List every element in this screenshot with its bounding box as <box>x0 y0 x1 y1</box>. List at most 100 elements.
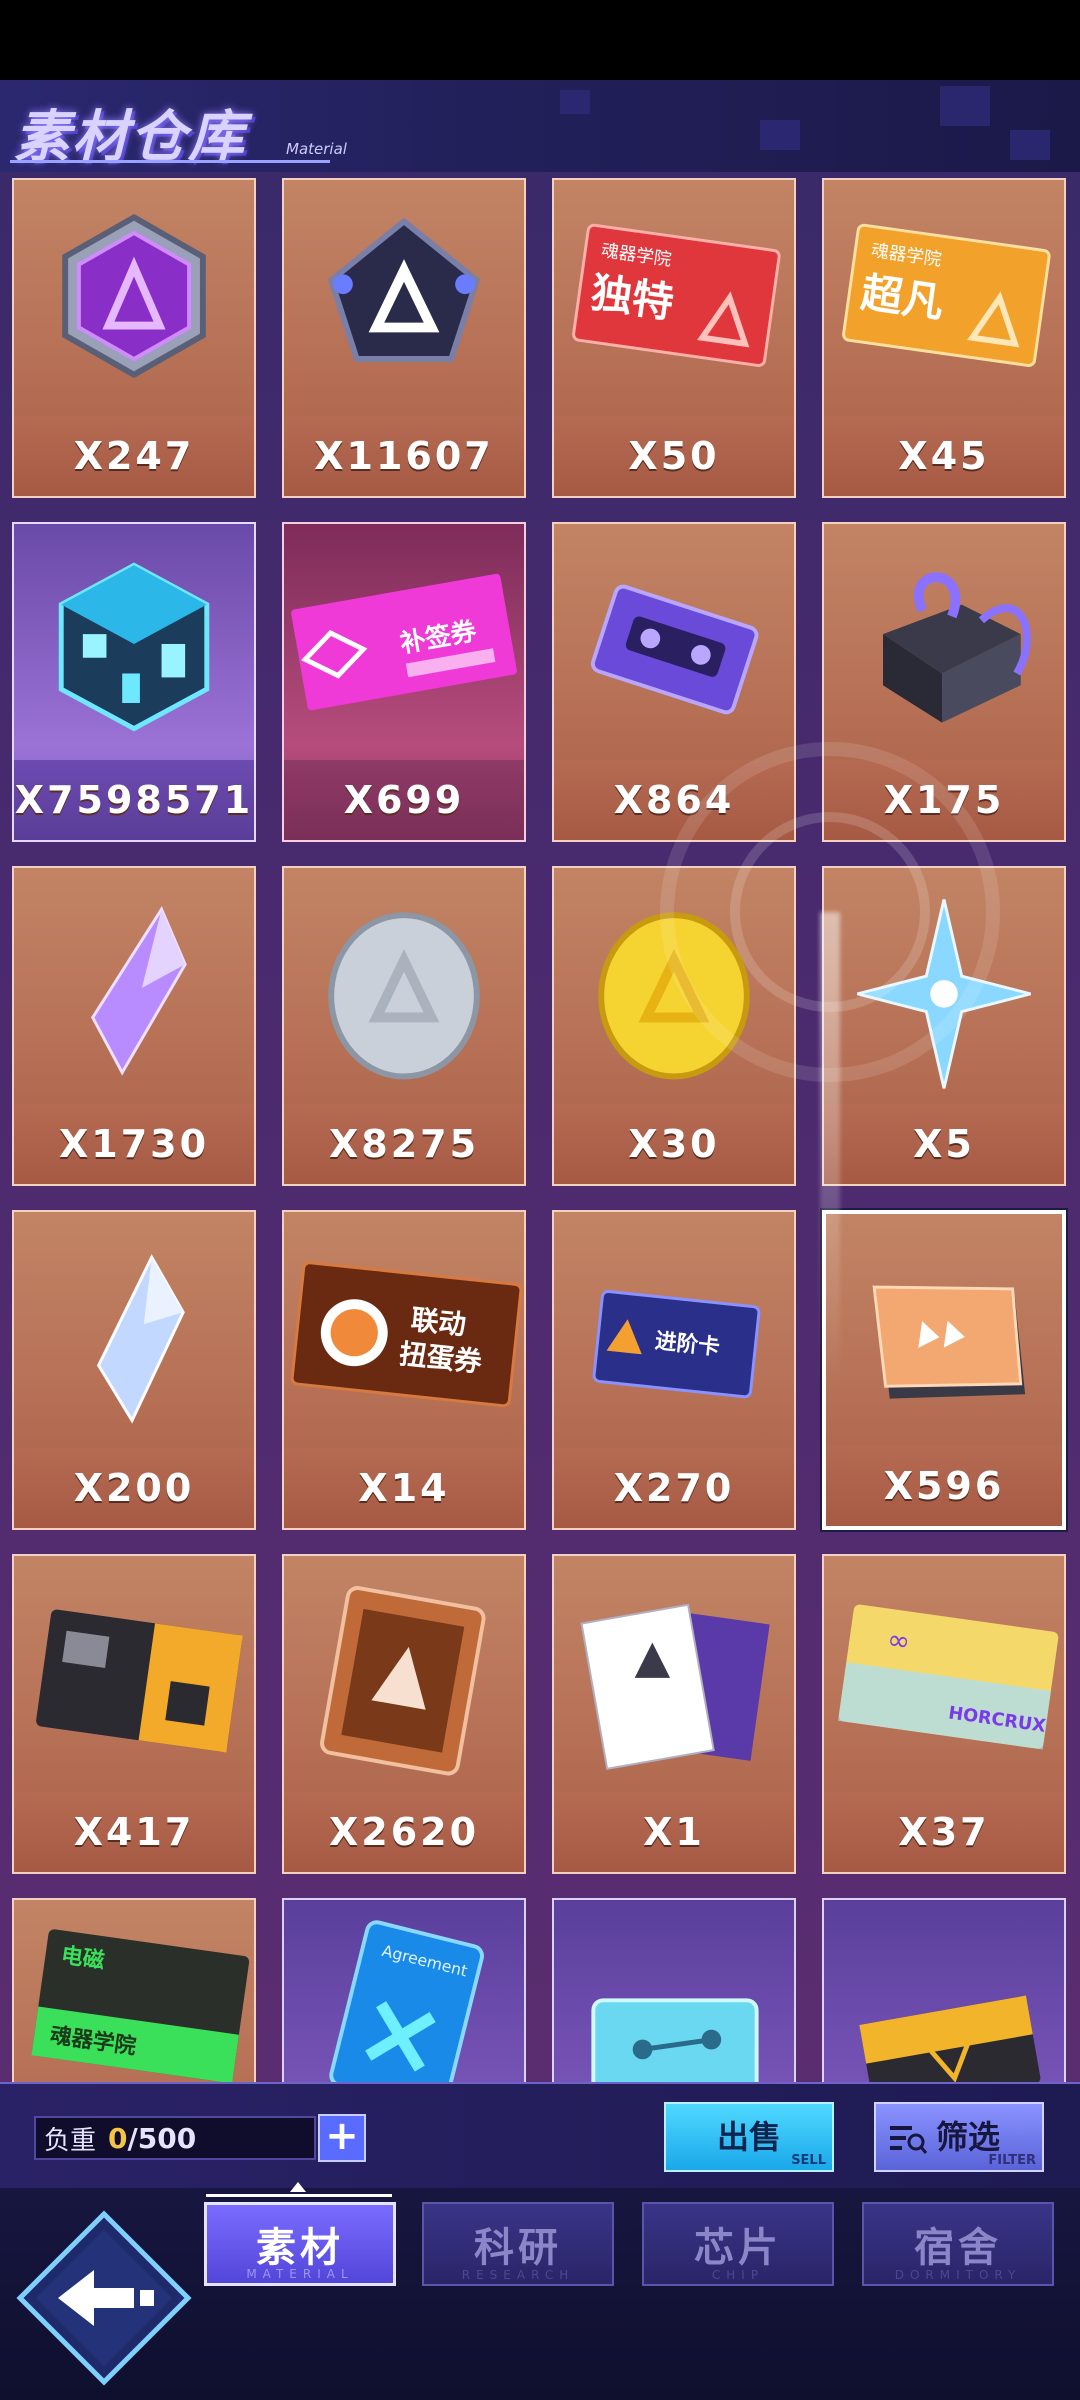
cassette-tape-icon <box>554 524 794 760</box>
tab-label: 素材 <box>256 2225 344 2271</box>
item-quantity: X417 <box>73 1810 195 1854</box>
item-quantity: X2620 <box>328 1810 480 1854</box>
item-card[interactable]: X247 <box>12 178 256 498</box>
item-quantity: X200 <box>73 1466 195 1510</box>
item-quantity: X8275 <box>328 1122 480 1166</box>
page-subtitle: Material <box>286 140 347 158</box>
red-ticket-icon: 魂器学院 独特 <box>554 180 794 416</box>
gold-coin-icon <box>554 868 794 1104</box>
gift-box-icon <box>824 524 1064 760</box>
advance-card-icon: 进阶卡 <box>554 1212 794 1448</box>
item-card[interactable] <box>552 1898 796 2082</box>
inventory-action-bar: 负重 0 /500 + 出售 SELL 筛选 FILTER <box>0 2082 1080 2190</box>
black-orange-card-icon <box>14 1556 254 1792</box>
sell-button[interactable]: 出售 SELL <box>664 2102 834 2172</box>
item-card-selected[interactable]: X596 <box>822 1210 1066 1530</box>
filter-button-sublabel: FILTER <box>988 2153 1036 2168</box>
gold-black-card-icon <box>824 1900 1064 2082</box>
item-quantity: X864 <box>613 778 735 822</box>
orange-chip-card-icon <box>826 1214 1062 1450</box>
item-card[interactable]: 电磁 魂器学院 <box>12 1898 256 2082</box>
category-tab-bar: 素材 MATERIAL 科研 RESEARCH 芯片 CHIP 宿舍 DORMI… <box>0 2182 1080 2400</box>
item-quantity: X699 <box>343 778 465 822</box>
ice-crystal-icon <box>14 1212 254 1448</box>
item-card[interactable] <box>822 1898 1066 2082</box>
item-card[interactable]: X1730 <box>12 866 256 1186</box>
expand-capacity-button[interactable]: + <box>318 2114 366 2162</box>
item-card[interactable]: ∞ HORCRUX X37 <box>822 1554 1066 1874</box>
collab-gacha-ticket-icon: 联动 扭蛋券 <box>284 1212 524 1448</box>
item-quantity: X270 <box>613 1466 735 1510</box>
tab-dormitory[interactable]: 宿舍 DORMITORY <box>862 2202 1054 2286</box>
tab-label: 宿舍 <box>914 2225 1002 2271</box>
tab-sublabel: CHIP <box>711 2268 765 2282</box>
weight-capacity: 负重 0 /500 <box>34 2116 316 2160</box>
horcrux-card-icon: ∞ HORCRUX <box>824 1556 1064 1792</box>
tab-label: 科研 <box>474 2225 562 2271</box>
tab-sublabel: MATERIAL <box>246 2267 354 2281</box>
item-card[interactable]: Agreement <box>282 1898 526 2082</box>
active-tab-indicator <box>206 2194 392 2197</box>
blue-star-crystal-icon <box>824 868 1064 1104</box>
silver-coin-icon <box>284 868 524 1104</box>
item-card[interactable]: X11607 <box>282 178 526 498</box>
filter-button[interactable]: 筛选 FILTER <box>874 2102 1044 2172</box>
item-quantity: X50 <box>628 434 720 478</box>
page-header: 素材仓库 Material <box>0 80 1080 174</box>
item-quantity: X5 <box>913 1122 975 1166</box>
tab-sublabel: DORMITORY <box>894 2268 1022 2282</box>
filter-button-label: 筛选 <box>936 2118 1001 2156</box>
pink-ticket-icon: 补签券 <box>284 524 524 760</box>
item-grid[interactable]: X247 X11607 魂器学院 独特 X50 魂器学院 超凡 X45 X759… <box>0 172 1080 2082</box>
item-quantity: X30 <box>628 1122 720 1166</box>
back-button[interactable] <box>14 2208 194 2388</box>
green-em-card-icon: 电磁 魂器学院 <box>14 1900 254 2082</box>
circuit-panel-icon <box>554 1900 794 2082</box>
sell-button-sublabel: SELL <box>791 2153 826 2168</box>
item-card[interactable]: X200 <box>12 1210 256 1530</box>
item-card[interactable]: 补签券 X699 <box>282 522 526 842</box>
weight-label: 负重 <box>44 2125 97 2156</box>
tab-label: 芯片 <box>694 2225 782 2271</box>
status-bar <box>0 0 1080 80</box>
sell-button-label: 出售 <box>716 2118 781 2156</box>
agreement-card-icon: Agreement <box>284 1900 524 2082</box>
weight-max: /500 <box>127 2121 197 2155</box>
item-card[interactable]: 联动 扭蛋券 X14 <box>282 1210 526 1530</box>
item-card[interactable]: X417 <box>12 1554 256 1874</box>
item-card[interactable]: X2620 <box>282 1554 526 1874</box>
item-card[interactable]: X7598571 <box>12 522 256 842</box>
item-quantity: X7598571 <box>14 778 254 822</box>
item-card[interactable]: X175 <box>822 522 1066 842</box>
item-card[interactable]: 魂器学院 独特 X50 <box>552 178 796 498</box>
item-quantity: X175 <box>883 778 1005 822</box>
active-tab-marker <box>290 2182 306 2192</box>
item-card[interactable]: X8275 <box>282 866 526 1186</box>
item-quantity: X1730 <box>58 1122 210 1166</box>
document-folder-icon <box>554 1556 794 1792</box>
item-card[interactable]: X864 <box>552 522 796 842</box>
tab-research[interactable]: 科研 RESEARCH <box>422 2202 614 2286</box>
hexagon-badge-icon <box>14 180 254 416</box>
tab-material[interactable]: 素材 MATERIAL <box>204 2202 396 2286</box>
item-card[interactable]: X5 <box>822 866 1066 1186</box>
item-quantity: X45 <box>898 434 990 478</box>
title-underline <box>10 160 330 163</box>
item-card[interactable]: X30 <box>552 866 796 1186</box>
copper-circuit-board-icon <box>284 1556 524 1792</box>
item-quantity: X1 <box>643 1810 705 1854</box>
item-card[interactable]: X1 <box>552 1554 796 1874</box>
filter-list-icon <box>890 2126 928 2154</box>
item-card[interactable]: 魂器学院 超凡 X45 <box>822 178 1066 498</box>
item-quantity: X37 <box>898 1810 990 1854</box>
ticket-name-text: 联动 <box>409 1304 467 1342</box>
orange-ticket-icon: 魂器学院 超凡 <box>824 180 1064 416</box>
item-quantity: X14 <box>358 1466 450 1510</box>
item-card[interactable]: 进阶卡 X270 <box>552 1210 796 1530</box>
tab-chip[interactable]: 芯片 CHIP <box>642 2202 834 2286</box>
triangle-core-icon <box>284 180 524 416</box>
tab-sublabel: RESEARCH <box>461 2268 575 2282</box>
item-quantity: X596 <box>883 1464 1005 1508</box>
svg-text:∞: ∞ <box>885 1623 912 1658</box>
purple-crystal-shard-icon <box>14 868 254 1104</box>
